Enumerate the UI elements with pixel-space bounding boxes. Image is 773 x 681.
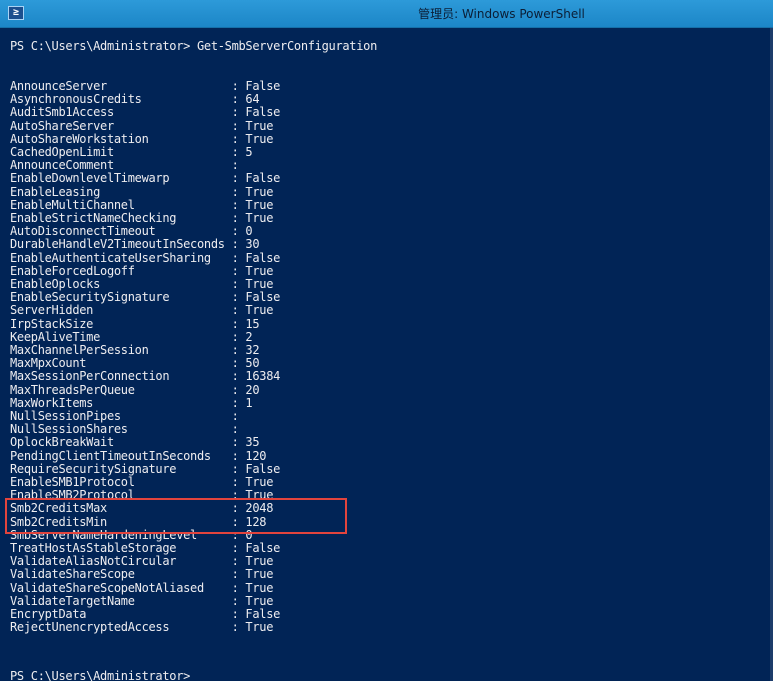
property-line: AutoShareWorkstation : True — [10, 131, 274, 146]
property-line: MaxMpxCount : 50 — [10, 356, 260, 371]
title-bar[interactable]: ≥ 管理员: Windows PowerShell — [0, 0, 773, 28]
property-line: IrpStackSize : 15 — [10, 316, 260, 331]
property-line: EnableMultiChannel : True — [10, 197, 274, 212]
property-line: NullSessionShares : — [10, 422, 246, 437]
property-line: ValidateTargetName : True — [10, 593, 274, 608]
property-line: MaxWorkItems : 1 — [10, 395, 253, 410]
property-line: KeepAliveTime : 2 — [10, 329, 253, 344]
window-title: 管理员: Windows PowerShell — [418, 7, 585, 21]
property-line: AutoShareServer : True — [10, 118, 274, 133]
property-line: AutoDisconnectTimeout : 0 — [10, 224, 253, 239]
property-line: EncryptData : False — [10, 607, 281, 621]
property-line: EnableDownlevelTimewarp : False — [10, 171, 281, 186]
property-line: EnableSecuritySignature : False — [10, 290, 281, 305]
property-line: MaxChannelPerSession : 32 — [10, 343, 260, 357]
property-line: RequireSecuritySignature : False — [10, 461, 281, 476]
property-line: ValidateAliasNotCircular : True — [10, 554, 274, 569]
property-line: EnableLeasing : True — [10, 184, 274, 199]
property-line: AnnounceServer : False — [10, 79, 281, 93]
property-line: EnableOplocks : True — [10, 277, 274, 291]
property-line: MaxSessionPerConnection : 16384 — [10, 369, 281, 384]
property-line: ValidateShareScopeNotAliased : True — [10, 580, 274, 595]
property-line: EnableAuthenticateUserSharing : False — [10, 250, 281, 265]
property-line: AnnounceComment : — [10, 158, 246, 173]
end-prompt-line: PS C:\Users\Administrator> — [10, 669, 191, 681]
property-line: ValidateShareScope : True — [10, 567, 274, 582]
property-line: MaxThreadsPerQueue : 20 — [10, 382, 260, 397]
property-line: TreatHostAsStableStorage : False — [10, 541, 281, 555]
property-line: EnableSMB1Protocol : True — [10, 475, 274, 489]
console-output[interactable]: PS C:\Users\Administrator> Get-SmbServer… — [0, 28, 773, 681]
powershell-window: ≥ 管理员: Windows PowerShell PS C:\Users\Ad… — [0, 0, 773, 681]
command-prompt-line: PS C:\Users\Administrator> Get-SmbServer… — [10, 39, 378, 53]
property-line: AuditSmb1Access : False — [10, 105, 281, 120]
property-line: RejectUnencryptedAccess : True — [10, 620, 274, 635]
property-line: OplockBreakWait : 35 — [10, 435, 260, 450]
property-line: EnableForcedLogoff : True — [10, 263, 274, 278]
property-line: EnableStrictNameChecking : True — [10, 211, 274, 225]
property-line: DurableHandleV2TimeoutInSeconds : 30 — [10, 237, 260, 252]
property-line: NullSessionPipes : — [10, 409, 246, 423]
property-line: CachedOpenLimit : 5 — [10, 145, 253, 159]
property-line: ServerHidden : True — [10, 303, 274, 318]
property-line: PendingClientTimeoutInSeconds : 120 — [10, 448, 267, 463]
highlight-box — [5, 498, 347, 534]
property-line: AsynchronousCredits : 64 — [10, 92, 260, 107]
